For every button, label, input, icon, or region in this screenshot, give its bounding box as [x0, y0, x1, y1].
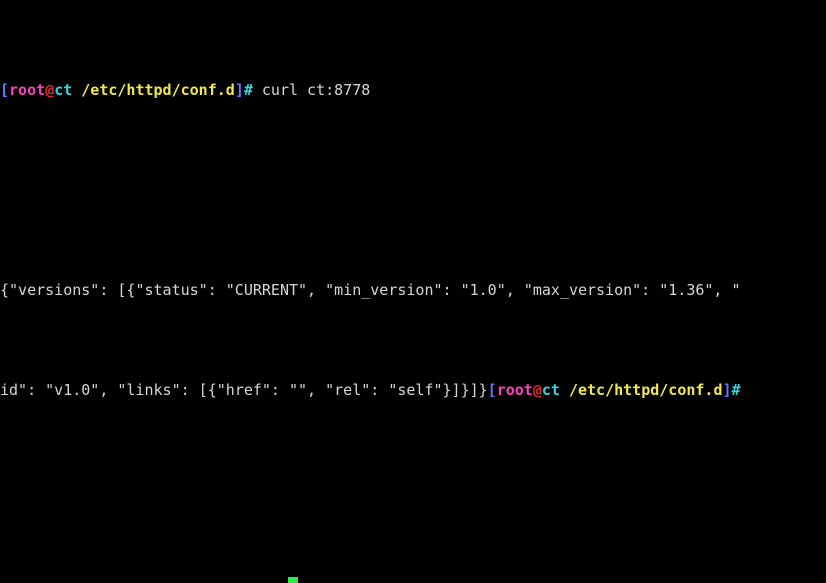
prompt-path: /etc/httpd/conf.d — [568, 381, 723, 399]
prompt-path: /etc/httpd/conf.d — [81, 81, 235, 99]
prompt-user: root — [496, 381, 533, 399]
terminal-cursor — [288, 577, 298, 583]
prompt-hash: # — [243, 81, 253, 99]
terminal-line-curl-json-1a: {"versions": [{"status": "CURRENT", "min… — [0, 280, 826, 300]
prompt-close-bracket: ] — [722, 381, 732, 399]
prompt-at-symbol: @ — [532, 381, 542, 399]
terminal-line-blank-1 — [0, 180, 826, 200]
curl-json-output-2: id": "v1.0", "links": [{"href": "", "rel… — [0, 381, 488, 399]
terminal-line-prompt-curl-1: [root@ct /etc/httpd/conf.d]# curl ct:877… — [0, 80, 826, 100]
prompt-user: root — [9, 81, 46, 99]
prompt-host: ct — [541, 381, 560, 399]
command-curl-1: curl ct:8778 — [252, 81, 371, 99]
prompt-at-symbol: @ — [45, 81, 55, 99]
prompt-close-bracket: ] — [234, 81, 244, 99]
terminal-line-curl-json-1b: id": "v1.0", "links": [{"href": "", "rel… — [0, 380, 826, 400]
prompt-host: ct — [54, 81, 73, 99]
prompt-hash: # — [731, 381, 741, 399]
prompt-open-bracket: [ — [487, 381, 497, 399]
terminal-line-blank-2 — [0, 480, 826, 500]
curl-json-output-1: {"versions": [{"status": "CURRENT", "min… — [0, 281, 741, 299]
prompt-open-bracket: [ — [0, 81, 10, 99]
terminal-screen[interactable]: [root@ct /etc/httpd/conf.d]# curl ct:877… — [0, 0, 826, 583]
